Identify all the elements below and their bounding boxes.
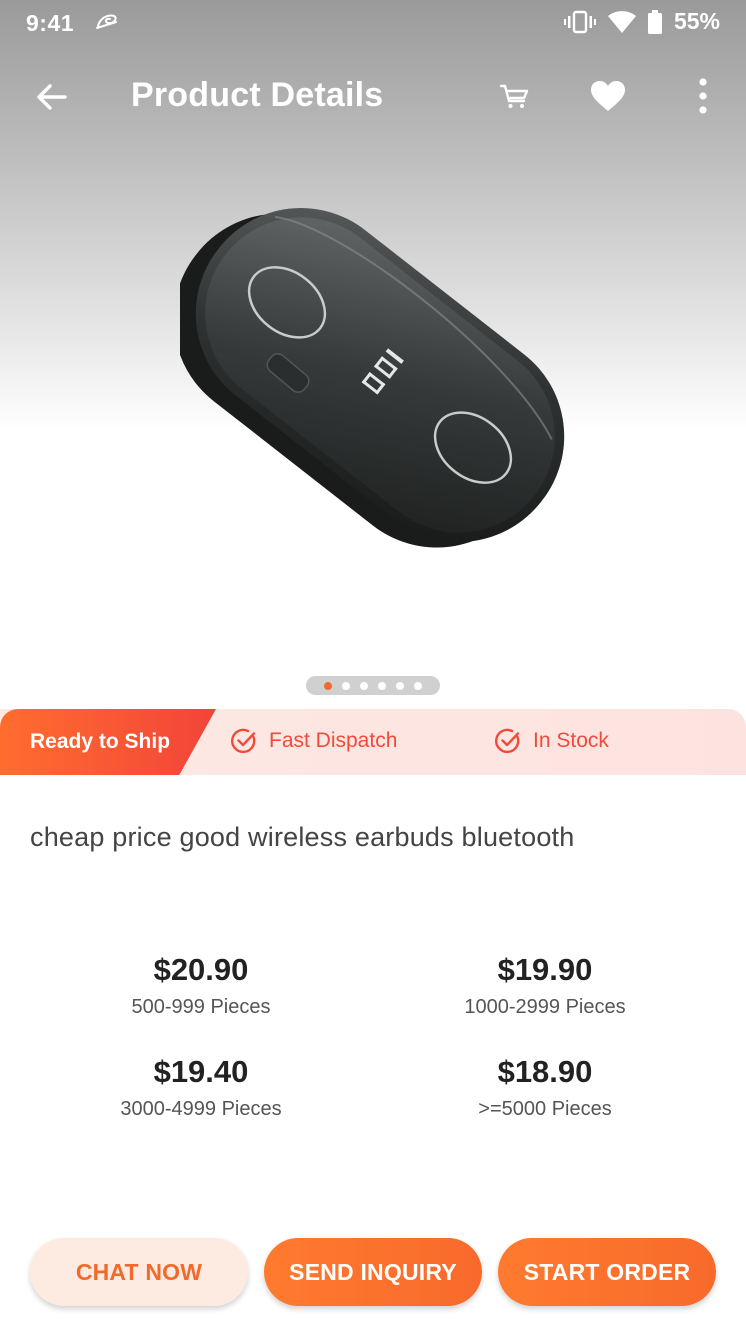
send-inquiry-button[interactable]: SEND INQUIRY bbox=[264, 1238, 482, 1306]
status-bar: 9:41 55% bbox=[0, 0, 746, 46]
ready-to-ship-label: Ready to Ship bbox=[30, 730, 171, 753]
product-image[interactable] bbox=[180, 160, 580, 590]
check-circle-icon bbox=[495, 728, 520, 754]
tier-quantity: 1000-2999 Pieces bbox=[464, 996, 626, 1018]
tier-price: $19.90 bbox=[497, 952, 593, 987]
shipping-tags: Ready to Ship Fast Dispatch In Stock bbox=[0, 709, 746, 775]
wifi-icon bbox=[607, 10, 636, 33]
product-gallery[interactable]: 9:41 55% Product Details bbox=[0, 0, 746, 710]
cart-button[interactable] bbox=[494, 76, 534, 116]
pager-dot bbox=[414, 681, 422, 690]
in-stock-label: In Stock bbox=[533, 729, 609, 752]
app-bar: Product Details bbox=[0, 58, 746, 134]
fast-dispatch-label: Fast Dispatch bbox=[269, 729, 398, 752]
chat-now-button[interactable]: CHAT NOW bbox=[30, 1238, 248, 1306]
favorite-button[interactable] bbox=[586, 74, 630, 118]
back-button[interactable] bbox=[30, 76, 72, 118]
tier-price: $18.90 bbox=[497, 1054, 593, 1089]
arrow-left-icon bbox=[37, 84, 67, 110]
cart-icon bbox=[499, 84, 529, 108]
pager-dot-active bbox=[324, 681, 332, 690]
page-title: Product Details bbox=[131, 76, 384, 114]
more-vertical-icon bbox=[699, 78, 707, 114]
tier-price: $20.90 bbox=[153, 952, 249, 987]
check-circle-icon bbox=[231, 728, 256, 754]
tier-quantity: >=5000 Pieces bbox=[478, 1098, 612, 1120]
gallery-pager bbox=[306, 676, 440, 695]
price-tier: $20.90 500-999 Pieces bbox=[51, 952, 351, 1019]
battery-icon bbox=[647, 9, 662, 34]
battery-level: 55% bbox=[673, 8, 720, 34]
price-tier: $18.90 >=5000 Pieces bbox=[395, 1054, 695, 1121]
pager-dot bbox=[342, 681, 350, 690]
action-bar: CHAT NOW SEND INQUIRY START ORDER bbox=[0, 1238, 746, 1308]
tier-quantity: 3000-4999 Pieces bbox=[120, 1098, 282, 1120]
vibrate-icon bbox=[563, 10, 596, 33]
status-icons: 55% bbox=[563, 8, 720, 35]
tier-quantity: 500-999 Pieces bbox=[131, 996, 271, 1018]
pager-dot bbox=[396, 681, 404, 690]
app-notification-icon bbox=[96, 14, 117, 29]
price-tier: $19.90 1000-2999 Pieces bbox=[395, 952, 695, 1019]
heart-icon bbox=[591, 81, 625, 111]
product-title: cheap price good wireless earbuds blueto… bbox=[30, 822, 575, 852]
status-time: 9:41 bbox=[26, 10, 75, 36]
pager-dot bbox=[378, 681, 386, 690]
fast-dispatch-tag: Fast Dispatch bbox=[231, 728, 397, 754]
in-stock-tag: In Stock bbox=[495, 728, 609, 754]
tier-price: $19.40 bbox=[153, 1054, 249, 1089]
price-tier: $19.40 3000-4999 Pieces bbox=[51, 1054, 351, 1121]
pager-dot bbox=[360, 681, 368, 690]
more-options-button[interactable] bbox=[684, 74, 722, 118]
start-order-button[interactable]: START ORDER bbox=[498, 1238, 716, 1306]
